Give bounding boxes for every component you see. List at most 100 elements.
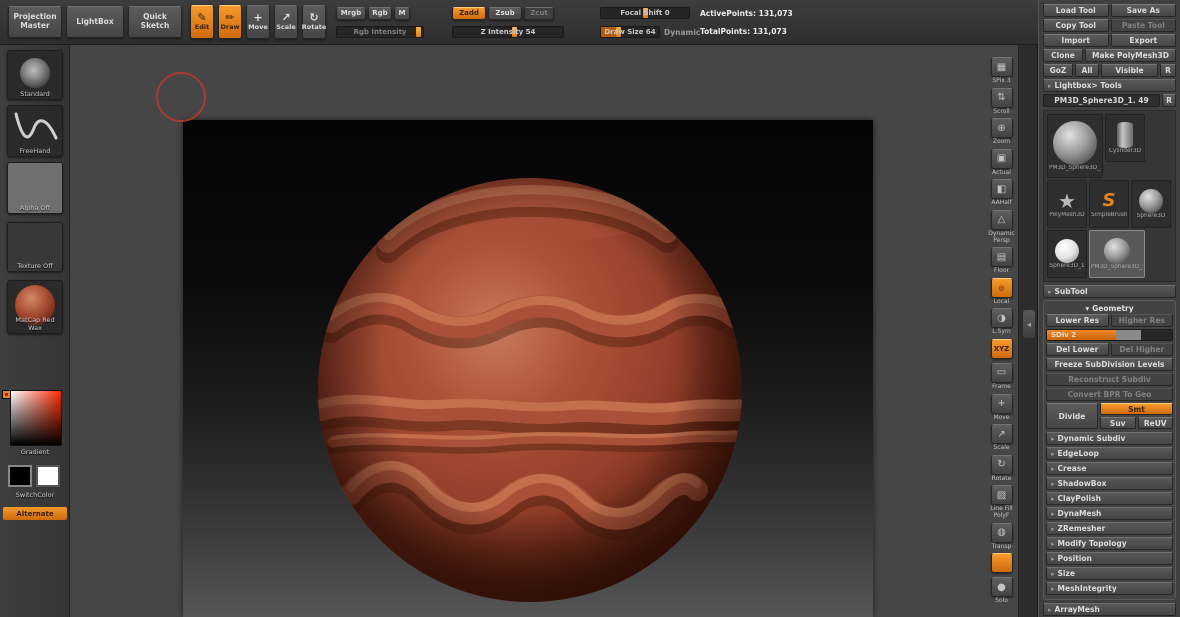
zadd-button[interactable]: Zadd [452, 7, 486, 20]
geometry-section-bar[interactable]: ▾ Geometry [1046, 303, 1173, 314]
lightbox-tools-bar[interactable]: ▸ Lightbox> Tools [1043, 79, 1176, 92]
texture-selector[interactable]: Texture Off [7, 222, 63, 272]
shelf-button[interactable]: ↗ Scale [990, 424, 1013, 452]
copy-tool-button[interactable]: Copy Tool [1043, 19, 1109, 32]
geometry-section-bar[interactable]: ▸ Size [1046, 567, 1173, 580]
shelf-button[interactable]: ▤ Floor [990, 247, 1013, 275]
geometry-section-bar[interactable]: ▸ ClayPolish [1046, 492, 1173, 505]
geometry-section-bar[interactable]: ▸ Position [1046, 552, 1173, 565]
divider-drag-handle[interactable]: ◂ [1023, 310, 1035, 338]
alternate-color-button[interactable]: Alternate [3, 507, 67, 520]
shelf-button[interactable]: ▭ Frame [990, 362, 1013, 391]
geometry-section-bar[interactable]: ▸ DynaMesh [1046, 507, 1173, 520]
rgb-button[interactable]: Rgb [368, 7, 392, 20]
focal-shift-slider[interactable]: Focal Shift 0 [600, 7, 690, 19]
lightbox-button[interactable]: LightBox [66, 6, 124, 38]
projection-master-button[interactable]: Projection Master [8, 6, 62, 38]
move-button[interactable]: + Move [246, 5, 270, 39]
reconstruct-subdiv-button[interactable]: Reconstruct Subdiv [1046, 373, 1173, 386]
shelf-button[interactable]: + Move [990, 393, 1013, 422]
shelf-button[interactable] [990, 553, 1013, 574]
color-picker[interactable] [10, 390, 62, 446]
zcut-button[interactable]: Zcut [524, 7, 554, 20]
shelf-button[interactable]: ⊕ Zoom [990, 118, 1013, 146]
subpalette-bar[interactable]: ▸ ArrayMesh [1043, 603, 1176, 616]
geometry-section-bar[interactable]: ▸ ShadowBox [1046, 477, 1173, 490]
secondary-color-swatch[interactable] [36, 465, 60, 487]
convert-bpr-button[interactable]: Convert BPR To Geo [1046, 388, 1173, 401]
material-selector[interactable]: MatCap Red Wax [7, 280, 63, 334]
shelf-button[interactable]: ↻ Rotate [990, 454, 1013, 483]
zbrush-document[interactable] [183, 120, 873, 617]
geometry-section-bar[interactable]: ▸ Dynamic Subdiv [1046, 432, 1173, 445]
tool-r-button[interactable]: R [1162, 94, 1176, 107]
shelf-button[interactable]: ● Solo [990, 577, 1013, 605]
make-polymesh3d-button[interactable]: Make PolyMesh3D [1085, 49, 1176, 62]
del-lower-button[interactable]: Del Lower [1046, 343, 1109, 356]
suv-button[interactable]: Suv [1100, 417, 1136, 429]
goz-button[interactable]: GoZ [1043, 64, 1073, 77]
rgb-intensity-slider[interactable]: Rgb Intensity [336, 26, 424, 38]
scale-button[interactable]: ↗ Scale [274, 5, 298, 39]
alpha-selector[interactable]: Alpha Off [7, 162, 63, 214]
higher-res-button[interactable]: Higher Res [1110, 314, 1173, 327]
geometry-section-bar[interactable]: ▸ Modify Topology [1046, 537, 1173, 550]
save-as-button[interactable]: Save As [1110, 4, 1176, 17]
geometry-section-bar[interactable]: ▸ ZRemesher [1046, 522, 1173, 535]
tool-thumbnail[interactable]: Cylinder3D [1105, 114, 1145, 162]
tool-thumbnail-active[interactable]: PM3D_Sphere3D_1 [1047, 114, 1103, 178]
mrgb-button[interactable]: Mrgb [336, 7, 366, 20]
shelf-button[interactable]: △ Dynamic Persp [986, 209, 1018, 244]
goz-all-button[interactable]: All [1075, 64, 1099, 77]
m-button[interactable]: M [394, 7, 410, 20]
zsub-button[interactable]: Zsub [488, 7, 522, 20]
sculpted-sphere[interactable] [183, 120, 873, 617]
shelf-button[interactable]: ◍ Transp [990, 522, 1013, 551]
geometry-section-bar[interactable]: ▸ Crease [1046, 462, 1173, 475]
clone-button[interactable]: Clone [1043, 49, 1083, 62]
paste-tool-button[interactable]: Paste Tool [1110, 19, 1176, 32]
move-arrows-icon: + [253, 11, 263, 25]
sphere-tool-icon [1104, 238, 1130, 264]
z-intensity-slider[interactable]: Z Intensity 54 [452, 26, 564, 38]
draw-size-slider[interactable]: Draw Size 64 [600, 26, 660, 38]
lower-res-button[interactable]: Lower Res [1046, 314, 1109, 327]
export-button[interactable]: Export [1110, 34, 1176, 47]
geometry-section-bar[interactable]: ▸ EdgeLoop [1046, 447, 1173, 460]
import-button[interactable]: Import [1043, 34, 1109, 47]
stroke-selector[interactable]: FreeHand [7, 105, 63, 157]
shelf-button[interactable]: XYZ [990, 338, 1013, 360]
brush-selector[interactable]: Standard [7, 50, 63, 100]
edit-button[interactable]: ✎ Edit [190, 5, 214, 39]
dynamic-toggle[interactable]: Dynamic [664, 28, 700, 37]
tool-thumbnail[interactable]: Sphere3D_1 [1047, 230, 1087, 278]
reuv-button[interactable]: ReUV [1137, 417, 1173, 429]
tool-thumbnail[interactable]: ★ PolyMesh3D [1047, 180, 1087, 228]
shelf-button[interactable]: ▦ SPix 3 [990, 57, 1013, 85]
shelf-button[interactable]: ▨ Line Fill PolyF [986, 485, 1018, 519]
shelf-button[interactable]: ◑ L.Sym [990, 308, 1013, 336]
tool-thumbnail[interactable]: Sphere3D [1131, 180, 1171, 228]
draw-button[interactable]: ✏ Draw [218, 5, 242, 39]
subtool-section-bar[interactable]: ▸ SubTool [1043, 285, 1176, 298]
rotate-button[interactable]: ↻ Rotate [302, 5, 326, 39]
main-color-swatch[interactable] [8, 465, 32, 487]
sdiv-slider[interactable]: SDiv 2 [1046, 329, 1173, 341]
shelf-button[interactable]: ⇅ Scroll [990, 87, 1013, 116]
divide-button[interactable]: Divide [1046, 403, 1098, 429]
slider-handle[interactable] [416, 27, 421, 37]
smt-button[interactable]: Smt [1100, 403, 1173, 415]
goz-r-button[interactable]: R [1160, 64, 1176, 77]
quick-sketch-button[interactable]: Quick Sketch [128, 6, 182, 38]
geometry-section-bar[interactable]: ▸ MeshIntegrity [1046, 582, 1173, 595]
load-tool-button[interactable]: Load Tool [1043, 4, 1109, 17]
del-higher-button[interactable]: Del Higher [1110, 343, 1173, 356]
freeze-subdivision-button[interactable]: Freeze SubDivision Levels [1046, 358, 1173, 371]
shelf-button[interactable]: ▣ Actual [990, 148, 1013, 177]
tool-thumbnail-selected[interactable]: PM3D_Sphere3D_1 [1089, 230, 1145, 278]
canvas-viewport[interactable] [70, 45, 985, 617]
goz-visible-button[interactable]: Visible [1101, 64, 1158, 77]
shelf-button[interactable]: ◎ Local [990, 277, 1013, 306]
shelf-button[interactable]: ◧ AAHalf [990, 179, 1013, 207]
tool-thumbnail[interactable]: S SimpleBrush [1089, 180, 1129, 228]
